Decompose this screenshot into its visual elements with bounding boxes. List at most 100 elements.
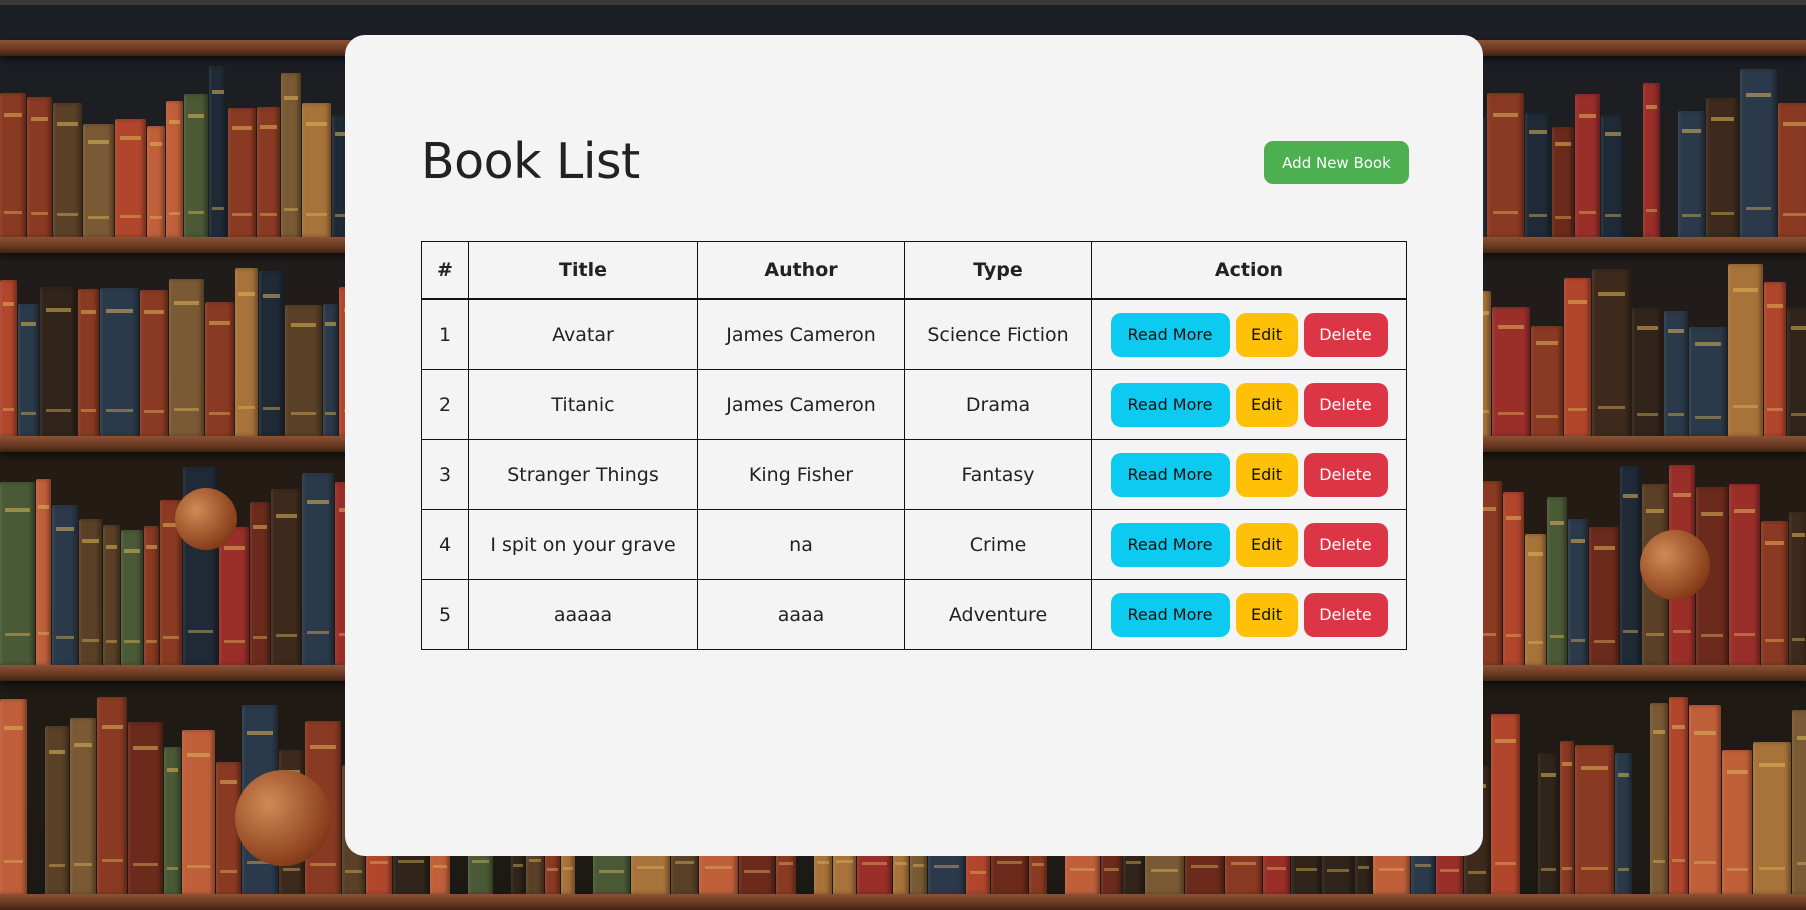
background-book — [45, 726, 69, 894]
background-book — [18, 304, 39, 436]
read-more-button[interactable]: Read More — [1110, 452, 1230, 497]
background-book — [1620, 466, 1641, 665]
background-book — [103, 525, 120, 665]
background-book — [1778, 103, 1806, 237]
row-number: 5 — [421, 579, 469, 650]
row-actions: Read More Edit Delete — [1091, 509, 1407, 580]
delete-button[interactable]: Delete — [1303, 312, 1388, 357]
background-book — [1632, 308, 1663, 436]
edit-button[interactable]: Edit — [1235, 312, 1298, 357]
book-title: Stranger Things — [468, 439, 698, 510]
read-more-button[interactable]: Read More — [1110, 522, 1230, 567]
read-more-button[interactable]: Read More — [1110, 312, 1230, 357]
background-book — [0, 482, 35, 665]
book-title: I spit on your grave — [468, 509, 698, 580]
table-row: 5 aaaaa aaaa Adventure Read More Edit De… — [421, 579, 1407, 650]
row-number: 3 — [421, 439, 469, 510]
book-author: aaaa — [697, 579, 905, 650]
column-header-author: Author — [697, 241, 905, 300]
background-book — [1503, 492, 1524, 665]
background-book — [1615, 753, 1632, 894]
background-book — [182, 730, 215, 894]
book-author: James Cameron — [697, 369, 905, 440]
edit-button[interactable]: Edit — [1235, 592, 1298, 637]
background-book — [1764, 282, 1786, 436]
background-book — [281, 73, 301, 237]
page-title: Book List — [421, 133, 640, 190]
delete-button[interactable]: Delete — [1303, 592, 1388, 637]
book-type: Drama — [904, 369, 1092, 440]
delete-button[interactable]: Delete — [1303, 522, 1388, 567]
row-actions: Read More Edit Delete — [1091, 369, 1407, 440]
add-new-book-button[interactable]: Add New Book — [1264, 141, 1409, 184]
book-type: Science Fiction — [904, 298, 1092, 370]
background-book — [1525, 113, 1551, 237]
background-book — [1564, 278, 1591, 436]
background-book — [235, 268, 258, 436]
background-book — [97, 697, 127, 894]
background-book — [53, 103, 82, 237]
background-book — [1538, 753, 1559, 894]
edit-button[interactable]: Edit — [1235, 382, 1298, 427]
column-header-action: Action — [1091, 241, 1407, 300]
edit-button[interactable]: Edit — [1235, 452, 1298, 497]
background-book — [166, 101, 183, 237]
background-book — [169, 279, 204, 436]
background-book — [1492, 307, 1530, 436]
background-book — [1531, 326, 1563, 436]
background-book — [1678, 111, 1705, 237]
background-book — [271, 489, 301, 665]
table-row: 2 Titanic James Cameron Drama Read More … — [421, 369, 1407, 440]
row-actions: Read More Edit Delete — [1091, 579, 1407, 650]
book-title: Titanic — [468, 369, 698, 440]
background-book — [1787, 308, 1806, 436]
background-book — [302, 473, 334, 665]
background-book — [228, 108, 256, 237]
background-book — [147, 126, 165, 237]
background-book — [1753, 742, 1791, 894]
row-actions: Read More Edit Delete — [1091, 298, 1407, 370]
row-number: 4 — [421, 509, 469, 580]
background-book — [1560, 741, 1574, 894]
background-book — [1650, 703, 1668, 894]
background-book — [1728, 264, 1763, 436]
background-book — [27, 97, 52, 237]
background-book — [1601, 115, 1625, 237]
book-title: aaaaa — [468, 579, 698, 650]
edit-button[interactable]: Edit — [1235, 522, 1298, 567]
background-book — [78, 289, 99, 436]
background-book — [1689, 327, 1727, 436]
delete-button[interactable]: Delete — [1303, 452, 1388, 497]
column-header-title: Title — [468, 241, 698, 300]
top-edge — [0, 0, 1806, 5]
background-book — [164, 747, 181, 894]
background-book — [1740, 69, 1777, 237]
background-book — [100, 288, 139, 436]
background-book — [144, 526, 159, 665]
globe-decoration — [175, 488, 237, 550]
background-book — [1761, 521, 1788, 665]
book-author: King Fisher — [697, 439, 905, 510]
book-author: James Cameron — [697, 298, 905, 370]
background-book — [1552, 127, 1574, 237]
table-header-row: # Title Author Type Action — [421, 241, 1407, 300]
background-book — [1491, 714, 1520, 894]
background-book — [1722, 750, 1752, 894]
book-author: na — [697, 509, 905, 580]
background-book — [1729, 484, 1760, 665]
background-book — [1643, 83, 1660, 237]
background-book — [1789, 512, 1806, 665]
background-book — [1792, 710, 1806, 894]
background-book — [257, 107, 280, 237]
background-book — [83, 124, 114, 237]
read-more-button[interactable]: Read More — [1110, 592, 1230, 637]
background-book — [1575, 94, 1600, 237]
table-row: 3 Stranger Things King Fisher Fantasy Re… — [421, 439, 1407, 510]
book-title: Avatar — [468, 298, 698, 370]
background-book — [128, 722, 163, 894]
background-book — [79, 519, 102, 665]
delete-button[interactable]: Delete — [1303, 382, 1388, 427]
background-book — [285, 305, 322, 436]
read-more-button[interactable]: Read More — [1110, 382, 1230, 427]
background-book — [1547, 497, 1567, 665]
